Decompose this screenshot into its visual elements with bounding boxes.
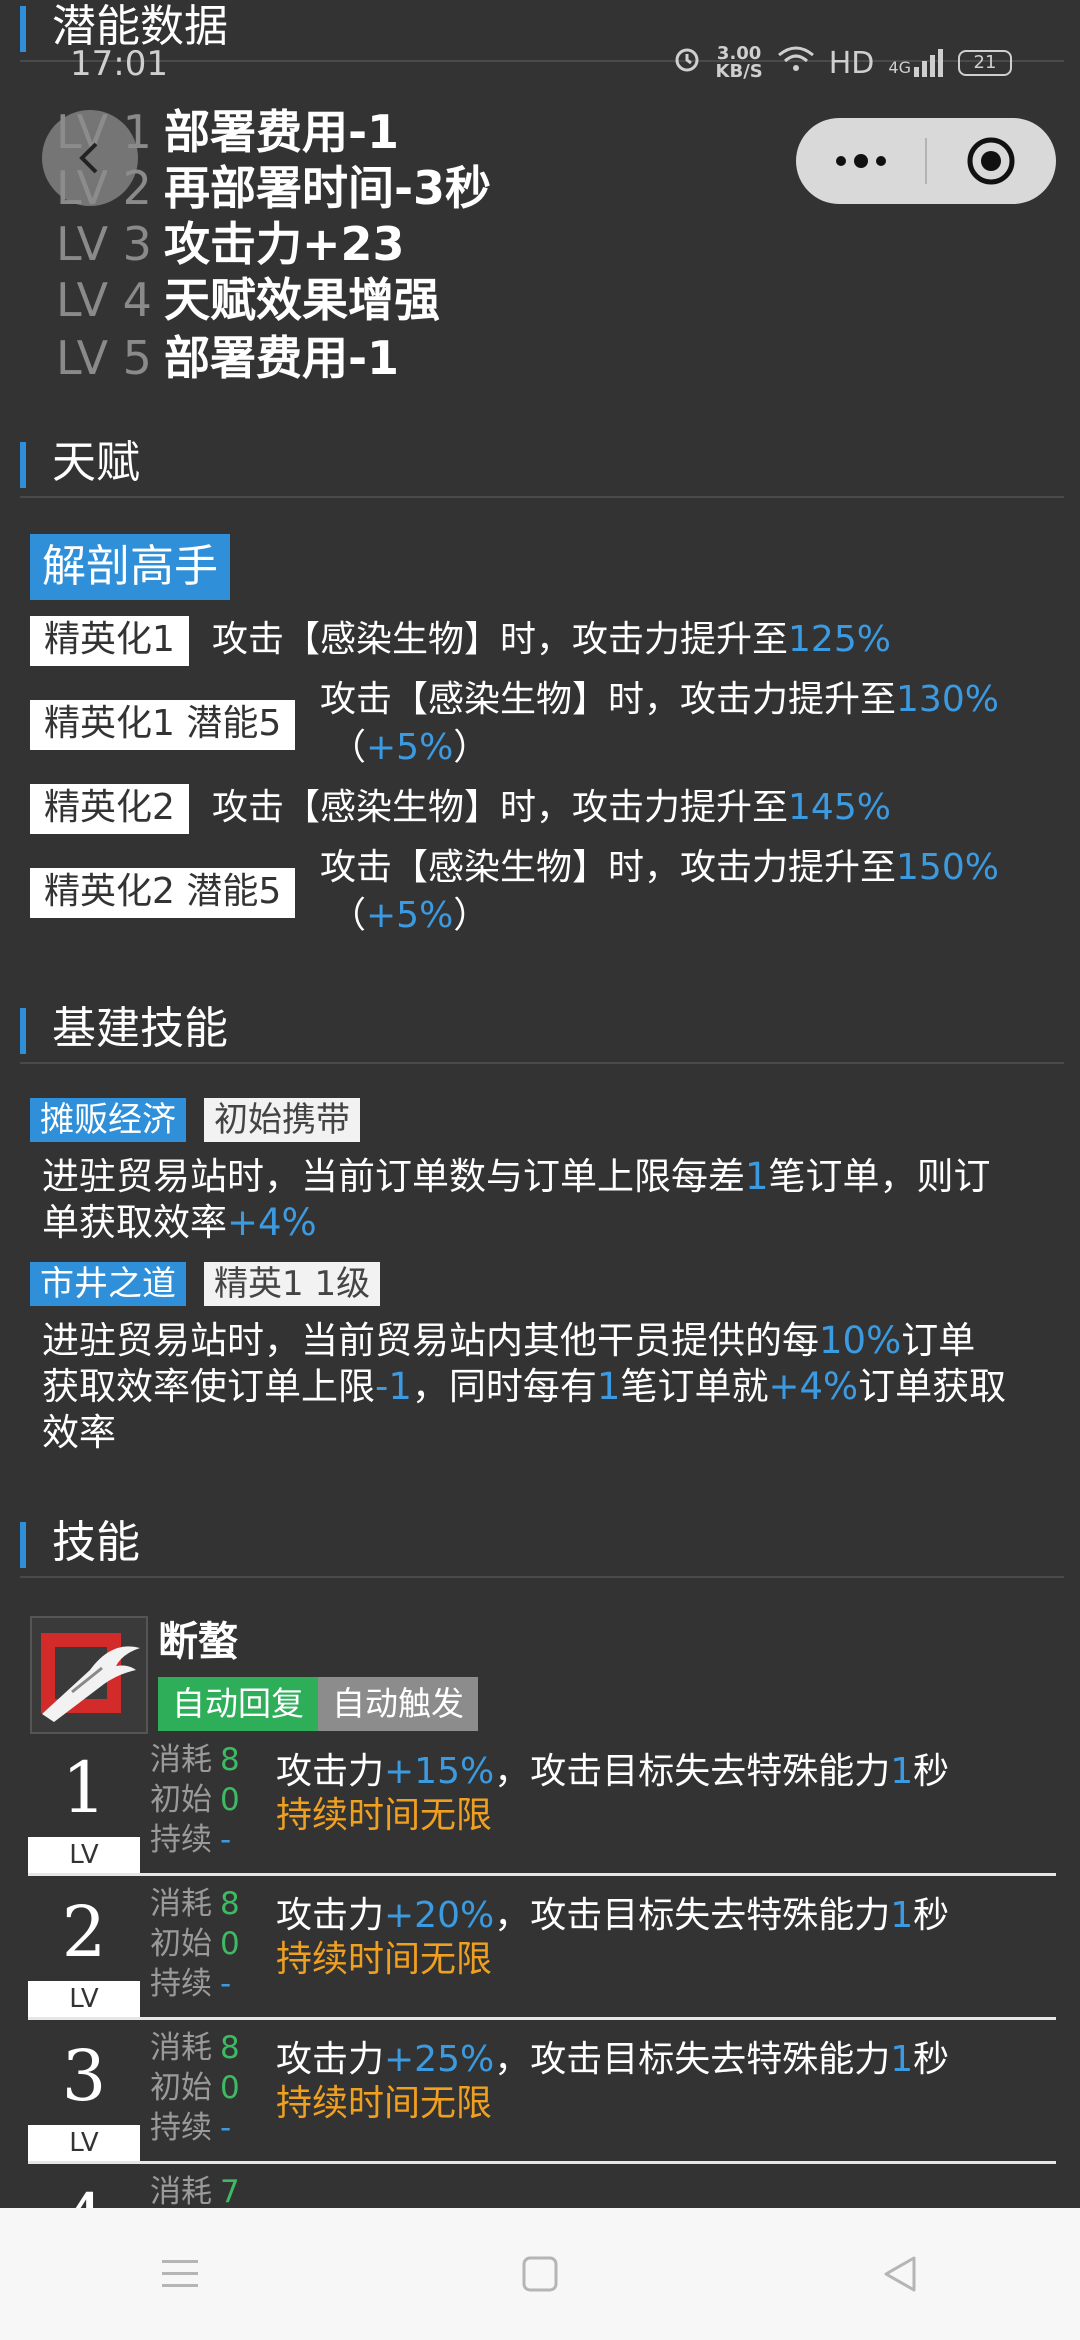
talent-description: 攻击【感染生物】时，攻击力提升至130%: [320, 679, 999, 720]
base-skill-condition: 初始携带: [204, 1098, 360, 1142]
skill-level-number: 1: [61, 1747, 107, 1829]
skill-level-label: LV: [28, 2125, 140, 2161]
skill-level-label: LV: [28, 1981, 140, 2017]
miniprogram-capsule: [796, 118, 1056, 204]
section-accent-bar: [20, 1008, 26, 1054]
more-dots-icon: [835, 154, 886, 168]
skill-level-row: 1 LV 消耗 8 初始 0 持续 - 攻击力+15%，攻击目标失去特殊能力1秒 持续…: [28, 1736, 1056, 1876]
operator-detail-page: 潜能数据 LV 1部署费用-1 LV 2再部署时间-3秒 LV 3攻击力+23 …: [0, 0, 1080, 2208]
skill-stats: 消耗 7: [150, 2174, 240, 2208]
skill-recovery-tag: 自动回复: [158, 1677, 318, 1731]
potential-text: 部署费用-1: [163, 105, 400, 159]
potential-level: LV 4: [56, 273, 152, 327]
skill-level-number: 2: [61, 1891, 107, 1973]
home-button[interactable]: [480, 2224, 600, 2324]
base-skill-name: 市井之道: [30, 1262, 186, 1306]
skill-name: 断螯: [158, 1619, 238, 1665]
system-back-button[interactable]: [840, 2224, 960, 2324]
talent-condition-tag: 精英化2 潜能5: [30, 868, 296, 918]
skill-trigger-tag: 自动触发: [318, 1677, 478, 1731]
potential-level: LV 3: [56, 217, 152, 271]
potential-row: LV 3 攻击力+23: [56, 216, 405, 272]
talent-condition-tag: 精英化2: [30, 784, 189, 834]
section-title: 技能: [52, 1517, 140, 1568]
section-title: 潜能数据: [52, 1, 228, 52]
talent-description: 攻击【感染生物】时，攻击力提升至125%: [212, 619, 891, 660]
skill-effect: 攻击力+25%，攻击目标失去特殊能力1秒 持续时间无限: [276, 2039, 950, 2124]
target-circle-icon: [967, 137, 1015, 185]
section-header-base-skills: 基建技能: [20, 1000, 1064, 1064]
section-title: 基建技能: [52, 1003, 228, 1054]
potential-text: 部署费用-1: [163, 331, 400, 385]
skill-stats: 消耗 8 初始 0 持续 -: [150, 1742, 240, 1858]
potential-text: 攻击力+23: [163, 217, 405, 271]
potential-level: LV 5: [56, 331, 152, 385]
base-skill-condition: 精英1 1级: [204, 1262, 381, 1306]
skill-effect: 攻击力+20%，攻击目标失去特殊能力1秒 持续时间无限: [276, 1895, 950, 1980]
section-accent-bar: [20, 6, 26, 52]
skill-level-row: 2 LV 消耗 8 初始 0 持续 - 攻击力+20%，攻击目标失去特殊能力1秒 持续…: [28, 1880, 1056, 2020]
section-header-skills: 技能: [20, 1514, 1064, 1578]
skill-effect: 攻击力+15%，攻击目标失去特殊能力1秒 持续时间无限: [276, 1751, 950, 1836]
potential-text: 再部署时间-3秒: [163, 161, 492, 215]
talent-condition-tag: 精英化1: [30, 616, 189, 666]
talent-delta: （+5%）: [330, 895, 490, 936]
talent-description: 攻击【感染生物】时，攻击力提升至145%: [212, 787, 891, 828]
skill-level-row: 3 LV 消耗 8 初始 0 持续 - 攻击力+25%，攻击目标失去特殊能力1秒 持续…: [28, 2024, 1056, 2164]
system-nav-bar: [0, 2208, 1080, 2340]
skill-stats: 消耗 8 初始 0 持续 -: [150, 1886, 240, 2002]
skill-level-label: LV: [28, 1837, 140, 1873]
back-triangle-icon: [884, 2256, 916, 2292]
menu-icon: [162, 2260, 198, 2287]
section-accent-bar: [20, 442, 26, 488]
talent-description: 攻击【感染生物】时，攻击力提升至150%: [320, 847, 999, 888]
home-square-icon: [522, 2256, 558, 2292]
section-header-talent: 天赋: [20, 434, 1064, 498]
back-button[interactable]: [42, 110, 138, 206]
potential-row: LV 5 部署费用-1: [56, 330, 399, 386]
section-title: 天赋: [52, 437, 140, 488]
talent-delta: （+5%）: [330, 727, 490, 768]
section-header-potential: 潜能数据: [20, 0, 1064, 62]
skill-level-row: 4 消耗7: [28, 2168, 1056, 2208]
potential-row: LV 4 天赋效果增强: [56, 272, 440, 328]
chevron-left-icon: [79, 142, 98, 174]
section-accent-bar: [20, 1522, 26, 1568]
menu-button[interactable]: [120, 2224, 240, 2324]
potential-text: 天赋效果增强: [163, 273, 440, 327]
skill-level-number: 3: [61, 2035, 107, 2117]
base-skill-description: 进驻贸易站时，当前订单数与订单上限每差1笔订单，则订 单获取效率+4%: [42, 1155, 991, 1244]
talent-condition-tag: 精英化1 潜能5: [30, 700, 296, 750]
skill-claw-icon: [30, 1616, 148, 1734]
base-skill-name: 摊贩经济: [30, 1098, 186, 1142]
talent-name-badge: 解剖高手: [30, 534, 230, 600]
more-button[interactable]: [796, 118, 925, 204]
close-miniprogram-button[interactable]: [927, 118, 1056, 204]
skill-level-number: 4: [28, 2168, 140, 2208]
skill-stats: 消耗 8 初始 0 持续 -: [150, 2030, 240, 2146]
base-skill-description: 进驻贸易站时，当前贸易站内其他干员提供的每10%订单 获取效率使订单上限-1，同时…: [42, 1319, 1007, 1454]
